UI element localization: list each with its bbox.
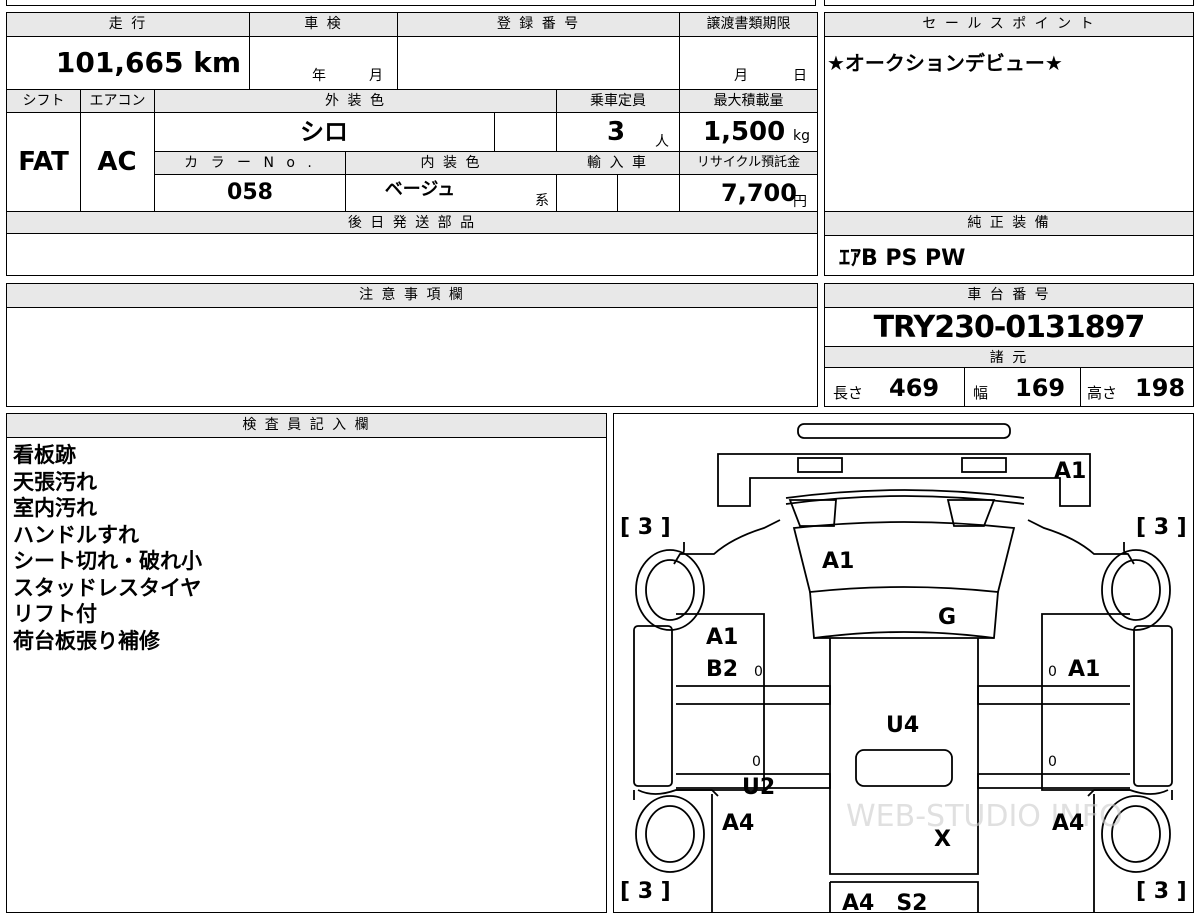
mark-roof: U4 [886, 713, 919, 738]
tire-rear-left: [ 3 ] [620, 879, 671, 904]
zero-mark: 0 [1048, 754, 1057, 770]
color-no-label: カ ラ ー N o . [155, 152, 345, 174]
exterior-color-value: シロ [300, 118, 348, 146]
genuine-equipment-box: 純 正 装 備 ｴｱB PS PW [824, 211, 1194, 276]
zero-mark: 0 [754, 664, 763, 680]
tire-rear-right: [ 3 ] [1136, 879, 1187, 904]
tire-front-left: [ 3 ] [620, 515, 671, 540]
shaken-year-unit: 年 [312, 68, 326, 84]
mark-left-rear: U2 [742, 775, 775, 800]
chassis-number: TRY230-0131897 [873, 310, 1146, 345]
notes-label: 注 意 事 項 欄 [7, 284, 817, 308]
recycle-unit: 円 [793, 194, 807, 210]
max-load-label: 最大積載量 [679, 90, 817, 112]
spec-width: 幅 169 [965, 368, 1081, 406]
zero-mark: 0 [1048, 664, 1057, 680]
mark-left-rear-fender: A4 [722, 811, 754, 836]
spec-length: 長さ 469 [825, 368, 965, 406]
interior-suffix: 系 [535, 193, 549, 209]
registration-label: 登 録 番 号 [397, 13, 679, 37]
import-label: 輸 入 車 [556, 152, 679, 174]
later-parts-value [7, 235, 817, 275]
capacity-label: 乗車定員 [556, 90, 679, 112]
inspector-line: ハンドルすれ [13, 522, 139, 547]
color-no-value: 058 [227, 180, 273, 205]
spec-height-label: 高さ [1087, 384, 1118, 402]
spec-height: 高さ 198 [1081, 368, 1193, 406]
vehicle-diagram: WEB-STUDIO INFO [ 3 ] [ 3 ] [ 3 ] [ 3 ] … [620, 423, 1187, 912]
tire-front-right: [ 3 ] [1136, 515, 1187, 540]
spec-width-value: 169 [1015, 374, 1066, 402]
spec-width-label: 幅 [973, 384, 989, 402]
mark-right-rear-fender: A4 [1052, 811, 1084, 836]
inspector-line: リフト付 [13, 602, 97, 626]
shaken-month-unit: 月 [369, 68, 383, 84]
sales-point-label: セ ー ル ス ポ イ ン ト [825, 13, 1193, 37]
genuine-equipment-label: 純 正 装 備 [825, 212, 1193, 236]
top-strip [6, 0, 816, 6]
inspector-line: 天張汚れ [13, 469, 97, 494]
zero-mark: 0 [752, 754, 761, 770]
mark-left-front-door-2: B2 [706, 657, 738, 682]
damage-diagram-box: WEB-STUDIO INFO [ 3 ] [ 3 ] [ 3 ] [ 3 ] … [613, 413, 1194, 913]
inspector-box: 検 査 員 記 入 欄 看板跡 天張汚れ 室内汚れ ハンドルすれ シート切れ・破… [6, 413, 607, 913]
mark-rear-center: X [934, 827, 951, 852]
ac-label: エアコン [80, 90, 154, 112]
recycle-value: 7,700 [721, 179, 797, 207]
shaken-label: 車 検 [249, 13, 397, 37]
transfer-day-unit: 日 [793, 68, 807, 84]
ac-value: AC [97, 147, 137, 177]
mileage-label: 走 行 [7, 13, 249, 37]
inspector-line: 荷台板張り補修 [13, 628, 160, 653]
inspector-line: シート切れ・破れ小 [13, 549, 202, 573]
chassis-box: 車 台 番 号 TRY230-0131897 諸 元 長さ 469 幅 169 … [824, 283, 1194, 407]
chassis-label: 車 台 番 号 [825, 284, 1193, 308]
sales-point-text: ★オークションデビュー★ [827, 51, 1063, 75]
spec-length-value: 469 [889, 374, 940, 402]
shift-value: FAT [18, 147, 69, 177]
shift-label: シフト [7, 90, 80, 112]
transfer-month-unit: 月 [734, 68, 748, 84]
genuine-equipment-text: ｴｱB PS PW [839, 246, 966, 271]
spec-length-label: 長さ [833, 384, 864, 402]
specs-label: 諸 元 [825, 346, 1193, 368]
capacity-value: 3 [607, 117, 626, 147]
max-load-unit: kg [793, 128, 810, 144]
inspector-line: 看板跡 [13, 443, 76, 467]
exterior-color-label: 外 装 色 [154, 90, 556, 112]
recycle-label: リサイクル預託金 [679, 152, 817, 174]
top-strip-right [824, 0, 1194, 6]
max-load-value: 1,500 [703, 117, 786, 147]
inspector-lines: 看板跡 天張汚れ 室内汚れ ハンドルすれ シート切れ・破れ小 スタッドレスタイヤ… [13, 442, 202, 654]
sales-point-box: セ ー ル ス ポ イ ン ト ★オークションデビュー★ [824, 12, 1194, 212]
inspector-line: スタッドレスタイヤ [13, 575, 202, 600]
mark-right-front-door: A1 [1068, 657, 1100, 682]
spec-height-value: 198 [1135, 374, 1186, 402]
registration-value [399, 37, 677, 89]
mark-windshield: G [938, 605, 956, 630]
mark-front-roof: A1 [1054, 459, 1086, 484]
transfer-deadline-label: 譲渡書類期限 [679, 13, 817, 37]
mileage-value: 101,665 km [55, 46, 241, 79]
mark-rear-bottom: A4 S2 [842, 891, 928, 912]
later-parts-label: 後 日 発 送 部 品 [7, 212, 817, 234]
inspector-line: 室内汚れ [13, 496, 97, 520]
capacity-unit: 人 [655, 134, 669, 150]
mark-hood: A1 [822, 549, 854, 574]
vehicle-info-table: 走 行 車 検 登 録 番 号 譲渡書類期限 101,665 km 年 月 月 … [6, 12, 818, 276]
interior-color-label: 内 装 色 [345, 152, 556, 174]
inspector-label: 検 査 員 記 入 欄 [7, 414, 606, 438]
interior-color-value: ベージュ [384, 179, 456, 200]
notes-box: 注 意 事 項 欄 [6, 283, 818, 407]
mark-left-front-door: A1 [706, 625, 738, 650]
